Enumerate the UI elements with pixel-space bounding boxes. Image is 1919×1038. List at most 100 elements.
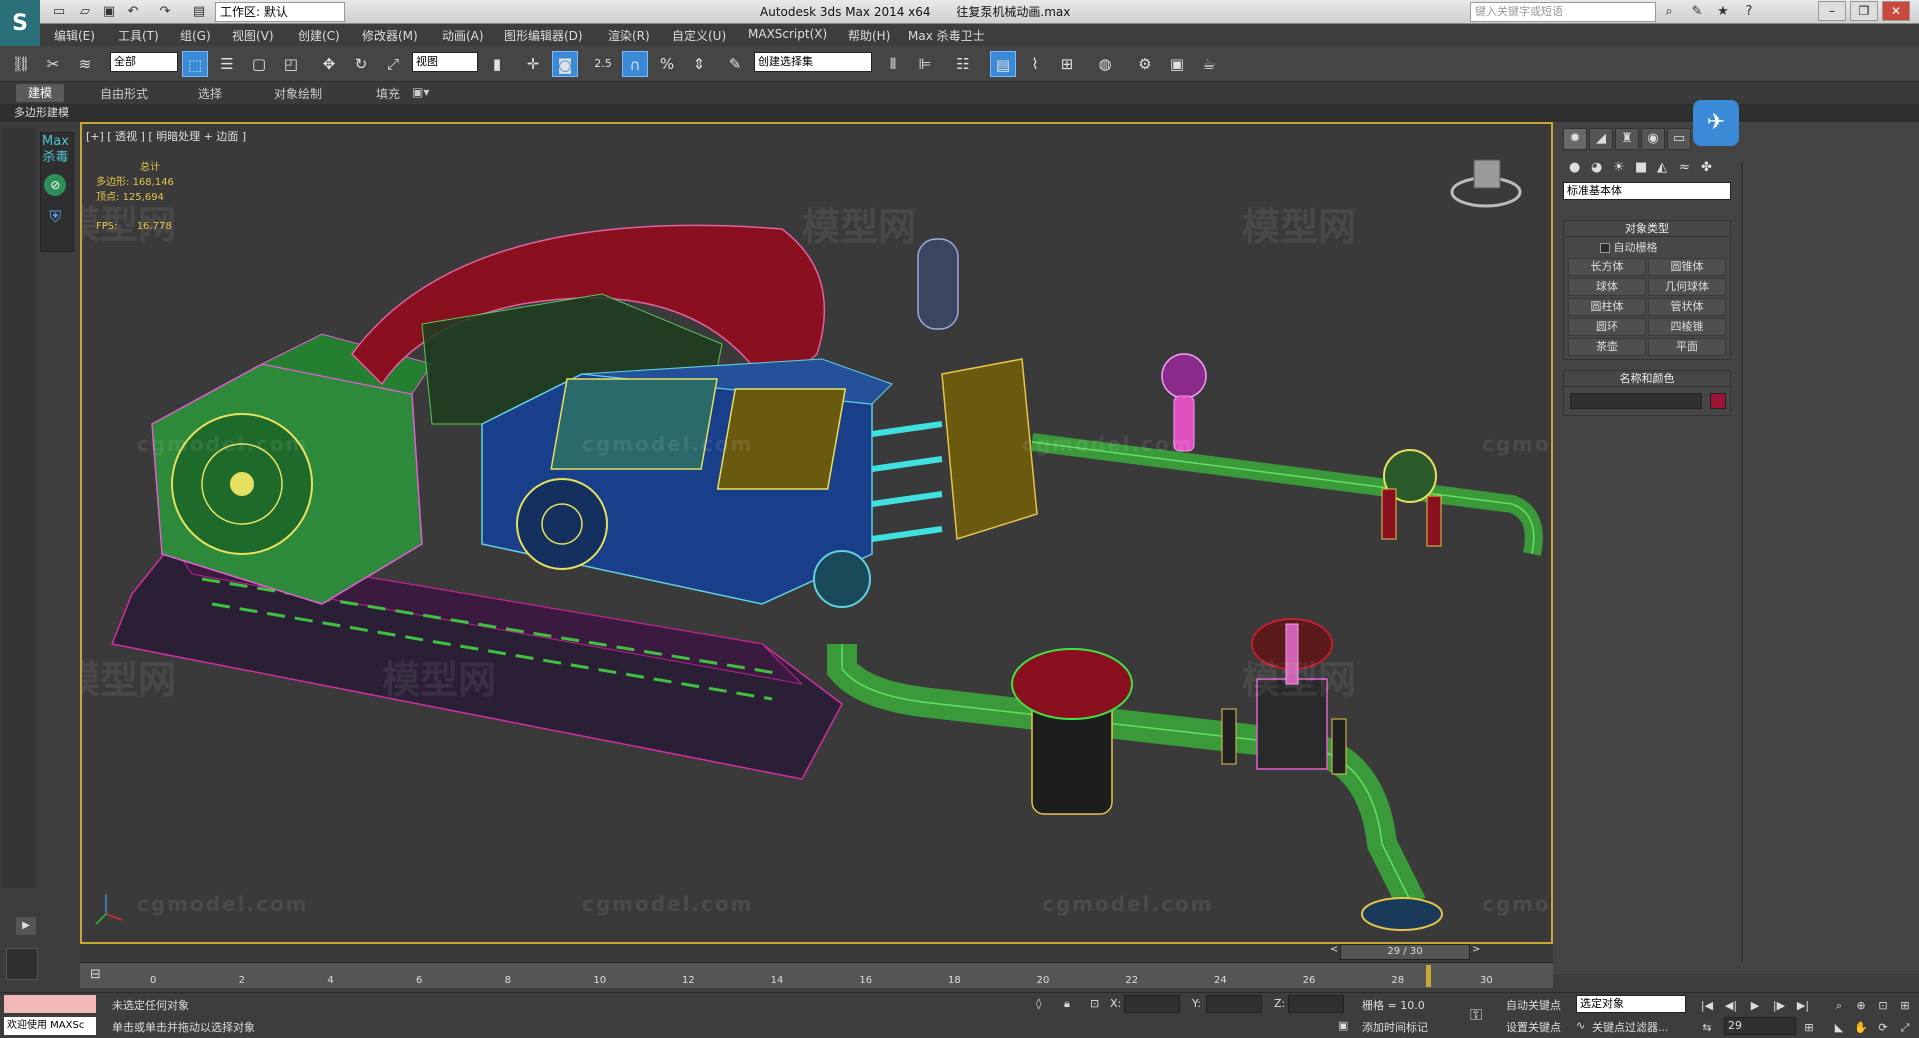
key-filters-button[interactable]: 关键点过滤器... <box>1592 1019 1669 1035</box>
keyboard-shortcut-icon[interactable]: ◙ <box>552 51 578 77</box>
tab-modeling[interactable]: 建模 <box>16 84 65 102</box>
scale-icon[interactable]: ⤢ <box>380 51 406 77</box>
hierarchy-tab-icon[interactable]: ♜ <box>1615 128 1639 150</box>
scan-icon[interactable]: ⊘ <box>44 174 67 196</box>
select-manipulate-icon[interactable]: ✛ <box>520 51 546 77</box>
minimize-button[interactable]: – <box>1818 1 1846 21</box>
mirror-icon[interactable]: ⫴ <box>880 51 906 77</box>
z-coord-input[interactable] <box>1288 995 1344 1013</box>
rect-selection-icon[interactable]: ▢ <box>246 51 272 77</box>
render-production-icon[interactable]: ☕ <box>1196 51 1222 77</box>
fov-icon[interactable]: ◣ <box>1830 1019 1848 1037</box>
motion-tab-icon[interactable]: ◉ <box>1641 128 1665 150</box>
geometry-icon[interactable]: ● <box>1569 160 1580 175</box>
ref-coord-select[interactable]: 视图 <box>412 52 478 72</box>
menu-modifiers[interactable]: 修改器(M) <box>362 27 418 44</box>
window-crossing-icon[interactable]: ◰ <box>278 51 304 77</box>
menu-rendering[interactable]: 渲染(R) <box>608 27 650 44</box>
search-input[interactable]: 键入关键字或短语 <box>1470 2 1656 22</box>
select-object-icon[interactable]: ⬚ <box>182 51 208 77</box>
prev-frame-icon[interactable]: < <box>1330 944 1338 955</box>
new-file-icon[interactable]: ▭ <box>50 3 68 21</box>
auto-grid-checkbox[interactable] <box>1600 243 1610 253</box>
current-frame-marker[interactable] <box>1425 965 1431 987</box>
ribbon-options-icon[interactable]: ▣▾ <box>412 85 429 99</box>
favorites-icon[interactable]: ★ <box>1714 3 1732 21</box>
help-icon[interactable]: ? <box>1740 3 1758 21</box>
edit-named-sets-icon[interactable]: ✎ <box>722 51 748 77</box>
zoom-extents-all-icon[interactable]: ⊞ <box>1896 997 1914 1015</box>
binoculars-icon[interactable]: ⌕ <box>1660 3 1678 21</box>
snap-toggle-icon[interactable]: 2.5 <box>590 51 616 77</box>
absolute-mode-icon[interactable]: ⊡ <box>1090 997 1099 1010</box>
project-folder-icon[interactable]: ▤ <box>190 3 208 21</box>
menu-edit[interactable]: 编辑(E) <box>54 27 95 44</box>
bind-space-warp-icon[interactable]: ≋ <box>72 51 98 77</box>
systems-icon[interactable]: ✤ <box>1701 160 1712 175</box>
modify-tab-icon[interactable]: ◢ <box>1589 128 1613 150</box>
schematic-view-icon[interactable]: ⊞ <box>1054 51 1080 77</box>
app-logo-icon[interactable]: S <box>0 0 40 48</box>
tab-populate[interactable]: 填充 <box>376 85 400 102</box>
percent-snap-icon[interactable]: % <box>654 51 680 77</box>
name-color-header[interactable]: 名称和颜色 <box>1564 371 1730 387</box>
time-tag-icon[interactable]: ▣ <box>1338 1019 1348 1032</box>
pivot-center-icon[interactable]: ▮ <box>484 51 510 77</box>
menu-max-antivirus[interactable]: Max 杀毒卫士 <box>908 27 985 44</box>
move-icon[interactable]: ✥ <box>316 51 342 77</box>
mini-curve-editor-icon[interactable]: ⊟ <box>90 967 101 982</box>
geosphere-button[interactable]: 几何球体 <box>1648 278 1726 296</box>
pyramid-button[interactable]: 四棱锥 <box>1648 318 1726 336</box>
key-mode-toggle-icon[interactable]: ⇆ <box>1698 1019 1716 1037</box>
torus-button[interactable]: 圆环 <box>1568 318 1646 336</box>
key-mode-select[interactable]: 选定对象 <box>1576 995 1686 1013</box>
unlink-icon[interactable]: ✂ <box>40 51 66 77</box>
lights-icon[interactable]: ☀ <box>1613 160 1625 175</box>
perspective-viewport[interactable]: [+] [ 透视 ] [ 明暗处理 + 边面 ] 总计 多边形: 168,146 顶… <box>80 122 1553 944</box>
close-button[interactable]: ✕ <box>1882 1 1910 21</box>
zoom-extents-icon[interactable]: ⊡ <box>1874 997 1892 1015</box>
render-setup-icon[interactable]: ⚙ <box>1132 51 1158 77</box>
play-icon[interactable]: ▶ <box>1746 997 1764 1015</box>
set-key-icon[interactable]: ⚿ <box>1470 1005 1482 1025</box>
tube-button[interactable]: 管状体 <box>1648 298 1726 316</box>
key-filter-icon[interactable]: ∿ <box>1576 1019 1585 1032</box>
selection-filter-select[interactable]: 全部 <box>110 52 178 72</box>
open-file-icon[interactable]: ▱ <box>76 3 94 21</box>
material-editor-icon[interactable]: ◍ <box>1092 51 1118 77</box>
go-to-end-icon[interactable]: ▶| <box>1794 997 1812 1015</box>
lock-selection-icon[interactable]: 🔒︎ <box>1064 997 1070 1011</box>
orbit-icon[interactable]: ⟳ <box>1874 1019 1892 1037</box>
menu-help[interactable]: 帮助(H) <box>848 27 890 44</box>
time-slider[interactable]: 29 / 30 <box>1340 944 1470 960</box>
menu-maxscript[interactable]: MAXScript(X) <box>748 27 827 41</box>
menu-graph-editors[interactable]: 图形编辑器(D) <box>504 27 583 44</box>
select-by-name-icon[interactable]: ☰ <box>214 51 240 77</box>
workspace-select[interactable]: 工作区: 默认 <box>215 2 345 22</box>
named-selection-select[interactable]: 创建选择集 <box>754 52 872 72</box>
menu-views[interactable]: 视图(V) <box>232 27 274 44</box>
next-frame-icon[interactable]: > <box>1472 944 1480 955</box>
angle-snap-icon[interactable]: ∩ <box>622 51 648 77</box>
tab-object-paint[interactable]: 对象绘制 <box>274 85 322 102</box>
time-config-icon[interactable]: ⊞ <box>1800 1019 1818 1037</box>
rendered-frame-icon[interactable]: ▣ <box>1164 51 1190 77</box>
track-bar[interactable]: ⊟ 0 2 4 6 8 10 12 14 16 18 20 22 24 26 28 30 <box>80 962 1553 988</box>
zoom-icon[interactable]: ⌕ <box>1830 997 1848 1015</box>
pan-icon[interactable]: ✋ <box>1852 1019 1870 1037</box>
communication-icon[interactable]: ✎ <box>1688 3 1706 21</box>
next-frame-icon[interactable]: |▶ <box>1770 997 1788 1015</box>
cylinder-button[interactable]: 圆柱体 <box>1568 298 1646 316</box>
set-key-button[interactable]: 设置关键点 <box>1506 1019 1561 1035</box>
current-frame-input[interactable]: 29 <box>1724 1017 1796 1035</box>
tab-selection[interactable]: 选择 <box>198 85 222 102</box>
box-button[interactable]: 长方体 <box>1568 258 1646 276</box>
object-name-input[interactable] <box>1570 393 1702 409</box>
category-select[interactable]: 标准基本体 <box>1563 182 1731 200</box>
maxscript-mini-icon[interactable] <box>6 948 38 980</box>
create-tab-icon[interactable]: ✹ <box>1563 128 1587 150</box>
menu-create[interactable]: 创建(C) <box>298 27 340 44</box>
teapot-button[interactable]: 茶壶 <box>1568 338 1646 356</box>
plane-button[interactable]: 平面 <box>1648 338 1726 356</box>
previous-frame-icon[interactable]: ◀| <box>1722 997 1740 1015</box>
